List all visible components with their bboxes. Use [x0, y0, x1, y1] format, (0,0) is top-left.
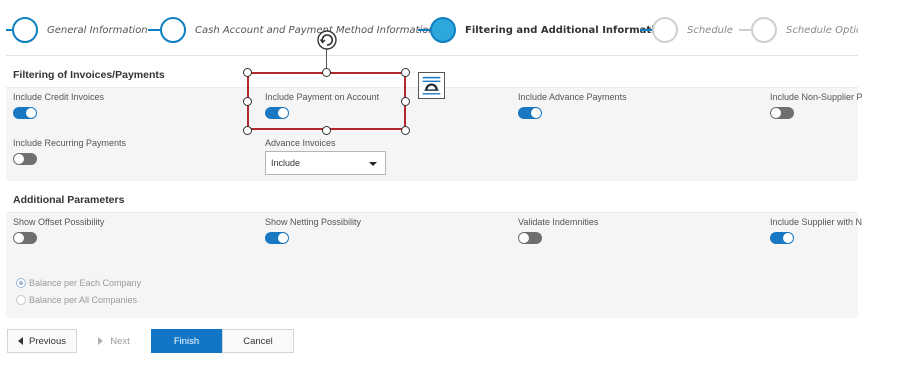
field-show-offset-possibility: Show Offset Possibility [13, 217, 104, 244]
additional-parameters-section: Additional Parameters Show Offset Possib… [6, 187, 862, 318]
field-label: Advance Invoices [265, 138, 336, 148]
cancel-button[interactable]: Cancel [222, 329, 294, 353]
radio-label: Balance per Each Company [29, 278, 142, 288]
resize-handle-left[interactable] [243, 97, 252, 106]
field-validate-indemnities: Validate Indemnities [518, 217, 598, 244]
advance-invoices-select[interactable]: Include [265, 151, 386, 175]
chevron-down-icon [369, 162, 377, 166]
step-circle-icon [160, 17, 186, 43]
resize-handle-right[interactable] [401, 97, 410, 106]
step-circle-icon [12, 17, 38, 43]
radio-button[interactable] [16, 278, 26, 288]
step-circle-icon [751, 17, 777, 43]
step-label: Schedule Optic [786, 24, 858, 36]
field-label: Include Supplier with N [770, 217, 863, 227]
step-schedule-options[interactable]: Schedule Optic [751, 17, 858, 43]
field-advance-invoices: Advance Invoices Include [265, 138, 386, 175]
field-include-credit-invoices: Include Credit Invoices [13, 92, 104, 119]
arrow-left-icon [18, 337, 24, 345]
resize-handle-bottom-right[interactable] [401, 126, 410, 135]
step-label: Filtering and Additional Information [465, 24, 669, 36]
include-recurring-payments-toggle[interactable] [13, 153, 37, 165]
previous-button[interactable]: Previous [7, 329, 77, 353]
field-include-non-supplier: Include Non-Supplier P [770, 92, 863, 119]
step-connector [418, 29, 430, 31]
step-filtering[interactable]: Filtering and Additional Information [430, 17, 669, 43]
arrow-right-icon [98, 337, 104, 345]
step-label: General Information [47, 24, 148, 36]
step-general-information[interactable]: General Information [12, 17, 148, 43]
radio-label: Balance per All Companies [29, 295, 138, 305]
rotate-icon[interactable] [316, 29, 338, 51]
resize-handle-bottom-left[interactable] [243, 126, 252, 135]
resize-handle-top[interactable] [322, 68, 331, 77]
select-value: Include [271, 158, 301, 168]
field-label: Include Credit Invoices [13, 92, 105, 102]
field-include-advance-payments: Include Advance Payments [518, 92, 627, 119]
selection-box[interactable] [247, 72, 406, 130]
field-label: Show Netting Possibility [265, 217, 362, 227]
validate-indemnities-toggle[interactable] [518, 232, 542, 244]
finish-label: Finish [173, 335, 200, 347]
field-show-netting-possibility: Show Netting Possibility [265, 217, 361, 244]
field-label: Show Offset Possibility [13, 217, 105, 227]
step-connector [148, 29, 160, 31]
wizard-stepper: General Information Cash Account and Pay… [6, 6, 858, 56]
show-offset-possibility-toggle[interactable] [13, 232, 37, 244]
step-cash-account[interactable]: Cash Account and Payment Method Informat… [160, 17, 435, 43]
radio-button[interactable] [16, 295, 26, 305]
next-label: Next [110, 335, 130, 347]
cancel-label: Cancel [243, 335, 273, 347]
step-circle-icon [652, 17, 678, 43]
include-supplier-with-toggle[interactable] [770, 232, 794, 244]
field-label: Include Recurring Payments [13, 138, 127, 148]
step-connector [739, 29, 751, 31]
step-circle-active-icon [430, 17, 456, 43]
field-include-supplier-with: Include Supplier with N [770, 217, 862, 244]
finish-button[interactable]: Finish [151, 329, 222, 353]
show-netting-possibility-toggle[interactable] [265, 232, 289, 244]
resize-handle-top-left[interactable] [243, 68, 252, 77]
step-label: Schedule [687, 24, 733, 36]
step-schedule[interactable]: Schedule [652, 17, 733, 43]
step-label: Cash Account and Payment Method Informat… [195, 24, 435, 36]
step-connector [640, 29, 652, 31]
field-include-recurring-payments: Include Recurring Payments [13, 138, 126, 165]
include-non-supplier-toggle[interactable] [770, 107, 794, 119]
properties-icon[interactable] [418, 72, 445, 99]
field-label: Validate Indemnities [518, 217, 599, 227]
radio-balance-all-companies[interactable]: Balance per All Companies [16, 295, 137, 305]
include-credit-invoices-toggle[interactable] [13, 107, 37, 119]
radio-balance-each-company[interactable]: Balance per Each Company [16, 278, 141, 288]
field-label: Include Advance Payments [518, 92, 627, 102]
wizard-page: General Information Cash Account and Pay… [0, 0, 863, 376]
resize-handle-bottom[interactable] [322, 126, 331, 135]
previous-label: Previous [29, 335, 66, 347]
include-advance-payments-toggle[interactable] [518, 107, 542, 119]
resize-handle-top-right[interactable] [401, 68, 410, 77]
section-title: Additional Parameters [6, 187, 858, 213]
field-label: Include Non-Supplier P [770, 92, 863, 102]
next-button[interactable]: Next [79, 329, 149, 353]
